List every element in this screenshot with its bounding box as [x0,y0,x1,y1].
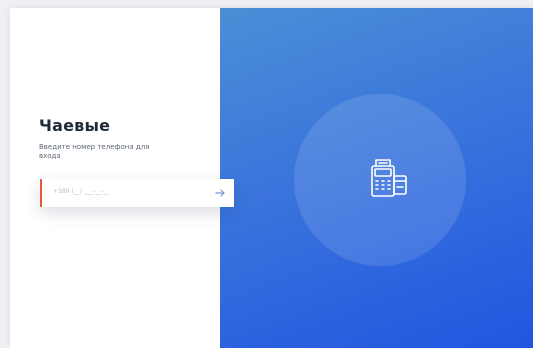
login-subtitle: Введите номер телефона для входа [39,143,150,160]
page-title: Чаевые [39,116,111,135]
payment-terminal-icon [371,159,407,197]
phone-input[interactable]: +380 (__) ___-__-__ [40,179,234,207]
hero-panel [220,8,533,348]
phone-placeholder: +380 (__) ___-__-__ [53,188,110,195]
login-window: Чаевые Введите номер телефона для входа [10,8,533,348]
arrow-right-icon[interactable] [214,187,226,199]
login-panel: Чаевые Введите номер телефона для входа [10,8,220,348]
